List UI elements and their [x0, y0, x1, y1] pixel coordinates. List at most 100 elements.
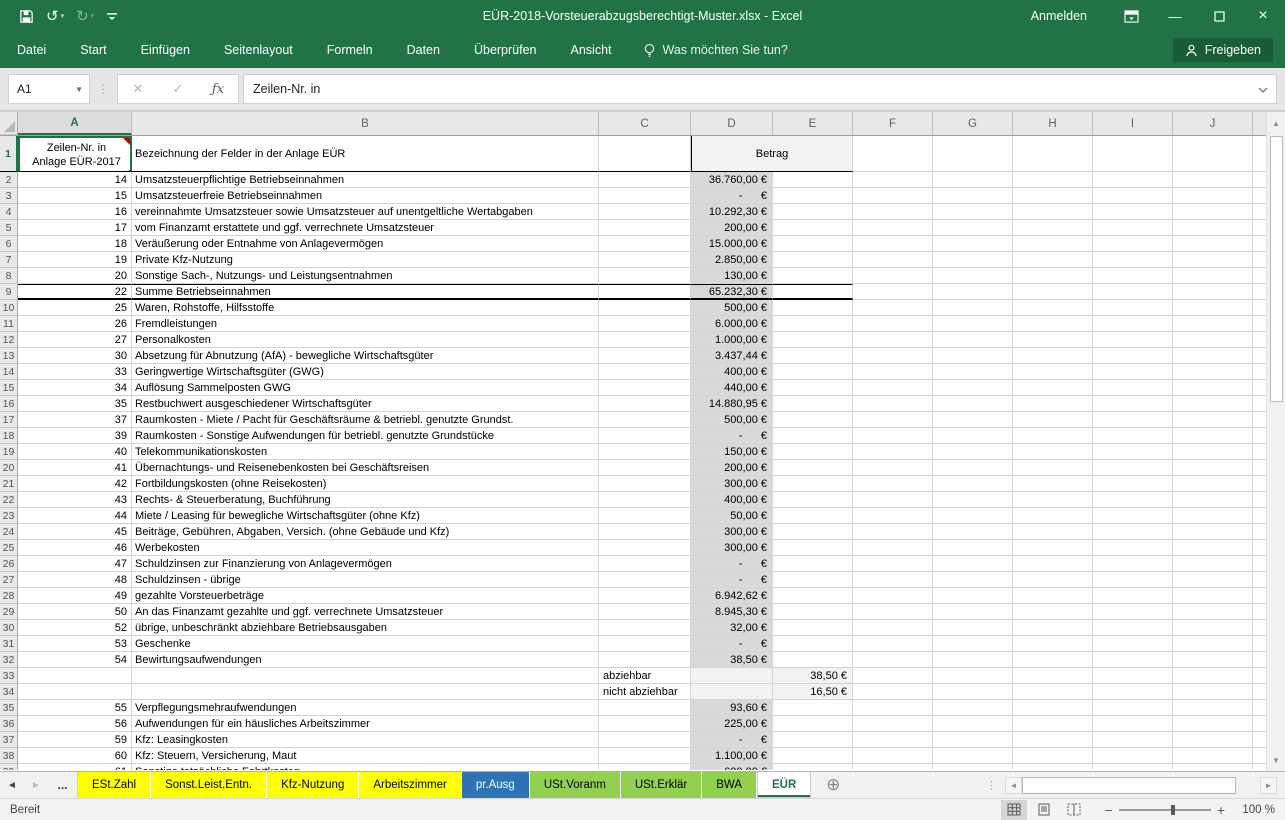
cell-j30[interactable] [1173, 620, 1253, 636]
cell-f23[interactable] [853, 508, 933, 524]
cell-j10[interactable] [1173, 300, 1253, 316]
cell-k14[interactable] [1253, 364, 1266, 380]
name-box[interactable]: A1 ▼ [8, 74, 90, 104]
tab-ueberpruefen[interactable]: Überprüfen [457, 34, 554, 66]
cell-a16[interactable]: 35 [18, 396, 132, 412]
customize-qat-button[interactable] [101, 8, 123, 24]
row-header-18[interactable]: 18 [0, 428, 18, 444]
cell-h26[interactable] [1013, 556, 1093, 572]
cell-h14[interactable] [1013, 364, 1093, 380]
cell-b12[interactable]: Personalkosten [132, 332, 599, 348]
cell-b2[interactable]: Umsatzsteuerpflichtige Betriebseinnahmen [132, 172, 599, 188]
column-header-g[interactable]: G [933, 112, 1013, 135]
cell-f7[interactable] [853, 252, 933, 268]
column-header-j[interactable]: J [1173, 112, 1253, 135]
row-header-23[interactable]: 23 [0, 508, 18, 524]
normal-view-icon[interactable] [1001, 800, 1027, 820]
name-box-dropdown-icon[interactable]: ▼ [75, 85, 83, 94]
column-header-c[interactable]: C [599, 112, 691, 135]
cell-c33[interactable]: abziehbar [599, 668, 691, 684]
cell-f2[interactable] [853, 172, 933, 188]
zoom-percent[interactable]: 100 % [1229, 804, 1275, 816]
cell-f29[interactable] [853, 604, 933, 620]
row-header-31[interactable]: 31 [0, 636, 18, 652]
scroll-left-icon[interactable]: ◄ [1005, 777, 1022, 794]
cell-b7[interactable]: Private Kfz-Nutzung [132, 252, 599, 268]
cell-h5[interactable] [1013, 220, 1093, 236]
cell-a2[interactable]: 14 [18, 172, 132, 188]
cell-i16[interactable] [1093, 396, 1173, 412]
cell-e2[interactable] [773, 172, 853, 188]
cell-d7[interactable]: 2.850,00 € [691, 252, 773, 268]
cell-k9[interactable] [1253, 284, 1266, 300]
cell-b25[interactable]: Werbekosten [132, 540, 599, 556]
cell-d2[interactable]: 36.760,00 € [691, 172, 773, 188]
cell-e33[interactable]: 38,50 € [773, 668, 853, 684]
cell-a10[interactable]: 25 [18, 300, 132, 316]
cell-d33[interactable] [691, 668, 773, 684]
cell-k31[interactable] [1253, 636, 1266, 652]
sheet-tab-pr-ausg[interactable]: pr.Ausg [462, 772, 530, 798]
row-header-17[interactable]: 17 [0, 412, 18, 428]
cell-h4[interactable] [1013, 204, 1093, 220]
cell-e27[interactable] [773, 572, 853, 588]
formula-input[interactable]: Zeilen-Nr. in [243, 74, 1277, 104]
cell-j15[interactable] [1173, 380, 1253, 396]
undo-button[interactable]: ↺▾ [41, 5, 69, 27]
maximize-button[interactable] [1197, 0, 1241, 32]
row-header-34[interactable]: 34 [0, 684, 18, 700]
cell-g17[interactable] [933, 412, 1013, 428]
cell-g21[interactable] [933, 476, 1013, 492]
cancel-entry-icon[interactable]: ✕ [118, 81, 158, 97]
cell-a25[interactable]: 46 [18, 540, 132, 556]
cell-i6[interactable] [1093, 236, 1173, 252]
zoom-in-icon[interactable]: + [1217, 802, 1225, 818]
cell-c22[interactable] [599, 492, 691, 508]
cell-f30[interactable] [853, 620, 933, 636]
tab-ansicht[interactable]: Ansicht [554, 34, 629, 66]
cell-g8[interactable] [933, 268, 1013, 284]
new-sheet-icon[interactable]: ⊕ [811, 772, 855, 798]
cell-i15[interactable] [1093, 380, 1173, 396]
cell-h34[interactable] [1013, 684, 1093, 700]
cell-d15[interactable]: 440,00 € [691, 380, 773, 396]
cell-a17[interactable]: 37 [18, 412, 132, 428]
cell-c8[interactable] [599, 268, 691, 284]
cell-d3[interactable]: - € [691, 188, 773, 204]
cell-d26[interactable]: - € [691, 556, 773, 572]
cell-g29[interactable] [933, 604, 1013, 620]
cell-h22[interactable] [1013, 492, 1093, 508]
cell-a20[interactable]: 41 [18, 460, 132, 476]
sign-in-link[interactable]: Anmelden [1009, 9, 1109, 23]
cell-k6[interactable] [1253, 236, 1266, 252]
cell-g15[interactable] [933, 380, 1013, 396]
cell-h23[interactable] [1013, 508, 1093, 524]
cell-c36[interactable] [599, 716, 691, 732]
cell-h29[interactable] [1013, 604, 1093, 620]
cell-g14[interactable] [933, 364, 1013, 380]
cell-b13[interactable]: Absetzung für Abnutzung (AfA) - beweglic… [132, 348, 599, 364]
cell-d14[interactable]: 400,00 € [691, 364, 773, 380]
row-header-28[interactable]: 28 [0, 588, 18, 604]
cell-e9[interactable] [773, 284, 853, 300]
cell-a37[interactable]: 59 [18, 732, 132, 748]
cell-e16[interactable] [773, 396, 853, 412]
close-button[interactable]: × [1241, 0, 1285, 32]
cell-g18[interactable] [933, 428, 1013, 444]
cell-e34[interactable]: 16,50 € [773, 684, 853, 700]
cell-j22[interactable] [1173, 492, 1253, 508]
cell-h33[interactable] [1013, 668, 1093, 684]
cell-i24[interactable] [1093, 524, 1173, 540]
cell-k7[interactable] [1253, 252, 1266, 268]
cell-e13[interactable] [773, 348, 853, 364]
cell-b19[interactable]: Telekommunikationskosten [132, 444, 599, 460]
cell-g11[interactable] [933, 316, 1013, 332]
cell-b36[interactable]: Aufwendungen für ein häusliches Arbeitsz… [132, 716, 599, 732]
cell-a5[interactable]: 17 [18, 220, 132, 236]
cell-k2[interactable] [1253, 172, 1266, 188]
cell-g19[interactable] [933, 444, 1013, 460]
cell-b22[interactable]: Rechts- & Steuerberatung, Buchführung [132, 492, 599, 508]
cell-h1[interactable] [1013, 136, 1093, 172]
cell-h28[interactable] [1013, 588, 1093, 604]
cell-i39[interactable] [1093, 764, 1173, 770]
